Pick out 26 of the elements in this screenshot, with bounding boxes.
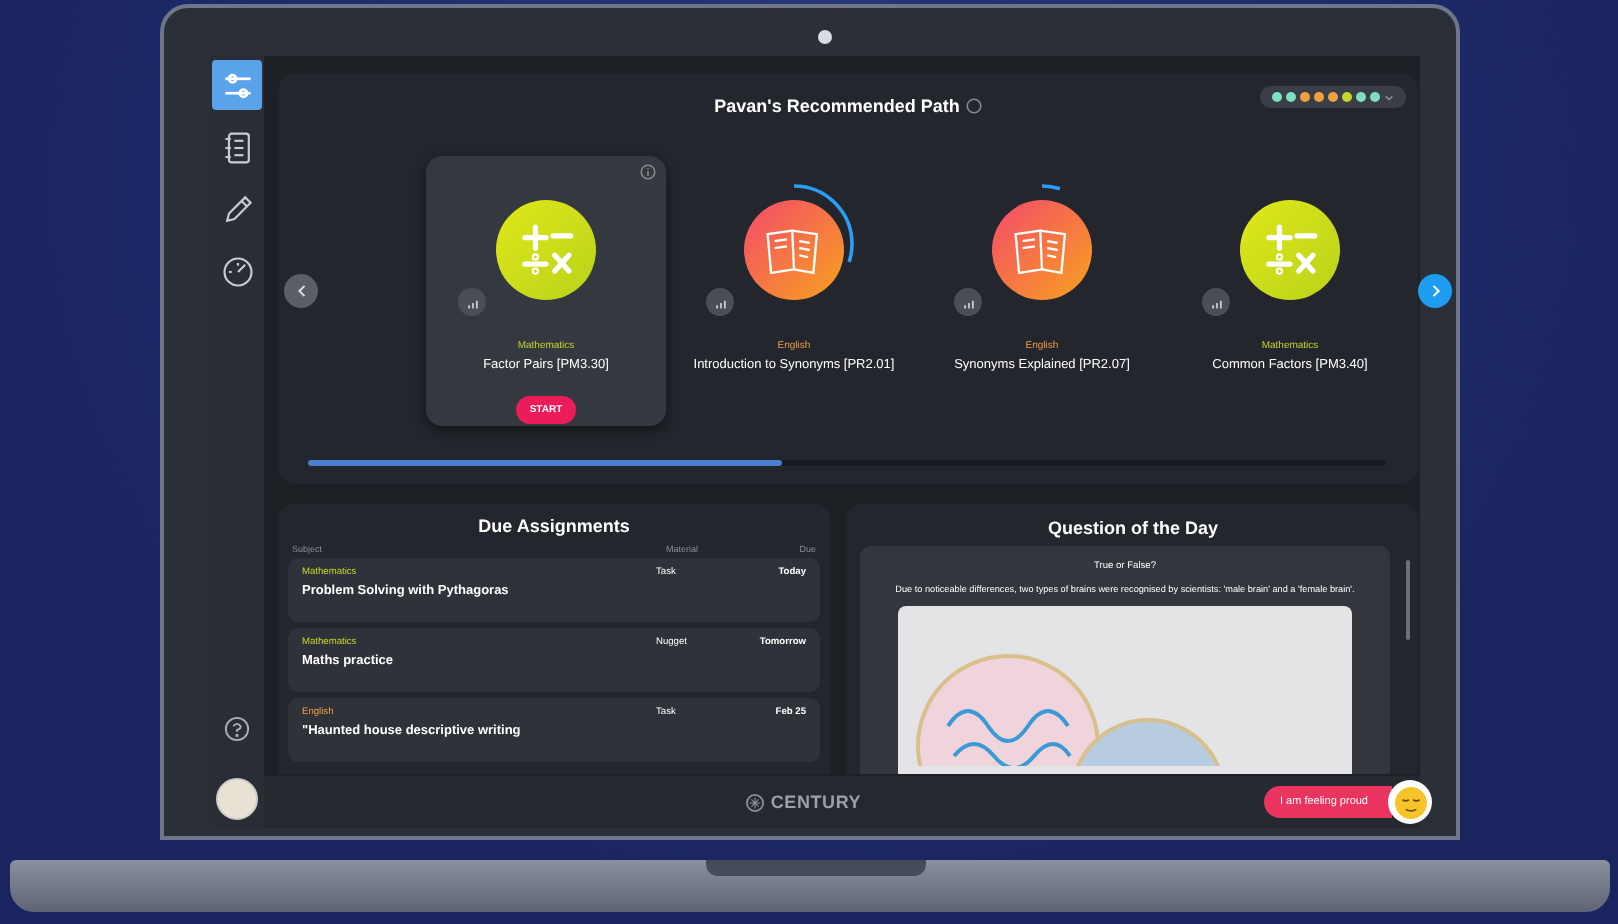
stats-button[interactable] — [706, 288, 734, 316]
notebook-icon — [219, 129, 255, 165]
stats-button[interactable] — [458, 288, 486, 316]
info-icon[interactable] — [640, 164, 656, 180]
chevron-left-icon — [295, 284, 307, 298]
stats-button[interactable] — [1202, 288, 1230, 316]
next-button[interactable] — [1418, 274, 1452, 308]
bar-chart-icon — [961, 295, 975, 309]
brand-name: CENTURY — [770, 792, 862, 812]
progress-dots-dropdown[interactable] — [1260, 86, 1406, 108]
stats-button[interactable] — [954, 288, 982, 316]
chevron-right-icon — [1429, 284, 1441, 298]
previous-button[interactable] — [284, 274, 318, 308]
bar-chart-icon — [1209, 295, 1223, 309]
webcam — [818, 30, 832, 44]
speedometer-icon — [219, 253, 255, 289]
scrollbar[interactable] — [1406, 560, 1410, 640]
bar-chart-icon — [465, 295, 479, 309]
avatar[interactable] — [216, 778, 258, 820]
bar-chart-icon — [713, 295, 727, 309]
panel-title: Due Assignments — [476, 516, 632, 536]
panel-title: Question of the Day — [1045, 518, 1220, 538]
panel-title: Pavan's Recommended Path — [714, 96, 960, 116]
chevron-down-icon — [1384, 93, 1394, 101]
emoji-icon[interactable] — [1393, 785, 1427, 819]
logo-icon — [746, 793, 765, 811]
